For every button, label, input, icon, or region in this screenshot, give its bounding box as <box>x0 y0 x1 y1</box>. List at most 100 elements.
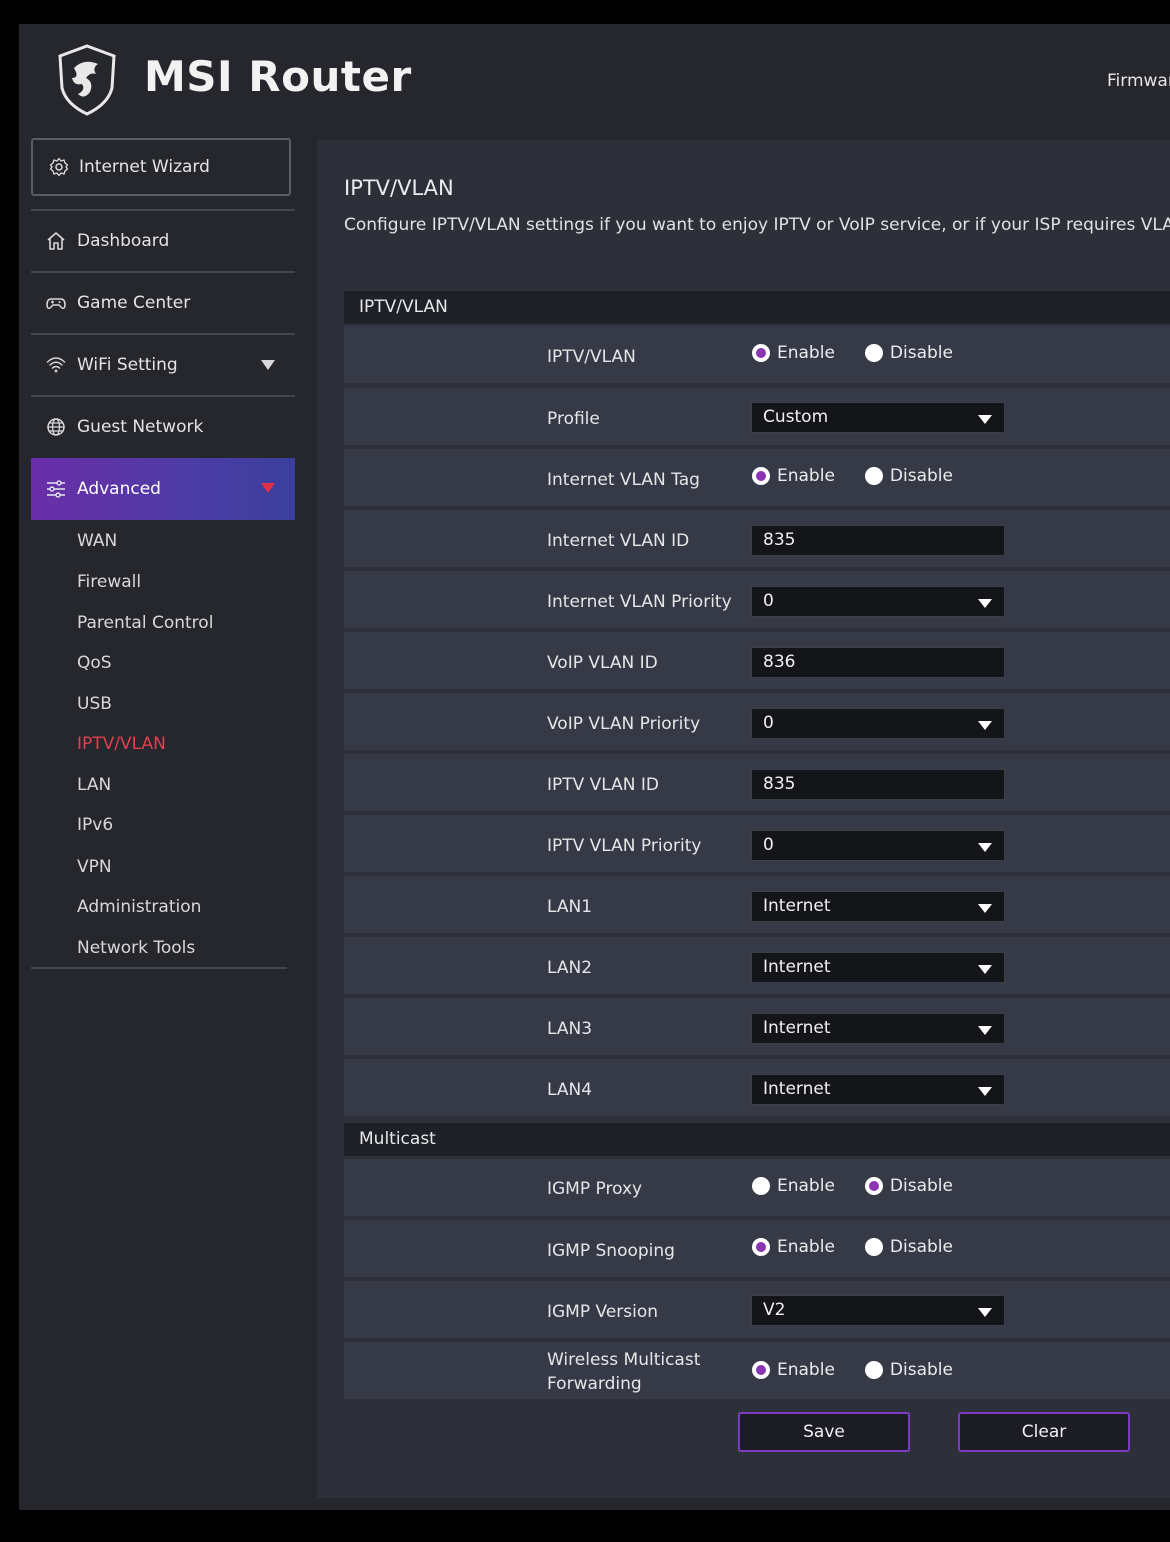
lan3-select[interactable]: Internet <box>751 1013 1005 1044</box>
setting-label: IGMP Proxy <box>547 1179 643 1199</box>
sidebar-divider <box>31 967 287 969</box>
setting-label: Internet VLAN ID <box>547 531 690 551</box>
globe-icon <box>47 418 65 436</box>
internet-wizard-label: Internet Wizard <box>79 157 210 177</box>
home-icon <box>47 232 65 250</box>
setting-label: VoIP VLAN ID <box>547 653 658 673</box>
sidebar-subitem-vpn[interactable]: VPN <box>77 857 112 877</box>
iptv-vlan-id-input[interactable]: 835 <box>751 769 1005 800</box>
radio-group: Enable Disable <box>752 1176 953 1196</box>
select-value: Internet <box>763 1018 831 1038</box>
radio-label: Enable <box>777 466 835 486</box>
radio-disable[interactable]: Disable <box>864 1360 953 1380</box>
setting-row-iptv-vlan-priority: IPTV VLAN Priority 0 <box>344 815 1170 872</box>
setting-row-lan1: LAN1 Internet <box>344 876 1170 933</box>
voip-vlan-priority-select[interactable]: 0 <box>751 708 1005 739</box>
setting-row-internet-vlan-priority: Internet VLAN Priority 0 <box>344 571 1170 628</box>
radio-group: Enable Disable <box>752 343 953 363</box>
radio-label: Disable <box>889 1360 953 1380</box>
sidebar-subitem-administration[interactable]: Administration <box>77 897 201 917</box>
setting-row-voip-vlan-id: VoIP VLAN ID 836 <box>344 632 1170 689</box>
sidebar-item-label: Advanced <box>77 479 161 499</box>
main-panel: IPTV/VLAN Configure IPTV/VLAN settings i… <box>317 140 1170 1498</box>
internet-vlan-priority-select[interactable]: 0 <box>751 586 1005 617</box>
internet-wizard-button[interactable]: Internet Wizard <box>31 138 291 196</box>
sidebar-subitem-qos[interactable]: QoS <box>77 653 112 673</box>
select-value: Internet <box>763 896 831 916</box>
voip-vlan-id-input[interactable]: 836 <box>751 647 1005 678</box>
radio-group: Enable Disable <box>752 1360 953 1380</box>
radio-unselected-icon <box>752 1177 770 1195</box>
sidebar-subitem-parental-control[interactable]: Parental Control <box>77 613 213 633</box>
profile-select[interactable]: Custom <box>751 402 1005 433</box>
wifi-icon <box>46 357 66 373</box>
radio-group: Enable Disable <box>752 1237 953 1257</box>
radio-label: Enable <box>777 1360 835 1380</box>
lan2-select[interactable]: Internet <box>751 952 1005 983</box>
radio-enable[interactable]: Enable <box>752 1360 835 1380</box>
section-header-multicast: Multicast <box>344 1123 1170 1156</box>
sidebar-subitem-ipv6[interactable]: IPv6 <box>77 815 113 835</box>
select-value: Internet <box>763 957 831 977</box>
lan1-select[interactable]: Internet <box>751 891 1005 922</box>
setting-label: Wireless Multicast Forwarding <box>547 1350 701 1394</box>
dropdown-arrow-icon <box>978 599 992 608</box>
sidebar-subitem-usb[interactable]: USB <box>77 694 112 714</box>
sidebar-subitem-iptv-vlan[interactable]: IPTV/VLAN <box>77 734 166 754</box>
igmp-version-select[interactable]: V2 <box>751 1295 1005 1326</box>
sliders-icon <box>47 480 65 498</box>
sidebar-item-guest-network[interactable]: Guest Network <box>31 397 295 457</box>
select-value: 0 <box>763 591 774 611</box>
dropdown-arrow-icon <box>978 1308 992 1317</box>
radio-disable[interactable]: Disable <box>864 1176 953 1196</box>
sidebar-subitem-network-tools[interactable]: Network Tools <box>77 938 195 958</box>
radio-label: Disable <box>889 343 953 363</box>
select-value: Internet <box>763 1079 831 1099</box>
radio-disable[interactable]: Disable <box>864 466 953 486</box>
section-header-iptv-vlan: IPTV/VLAN <box>344 291 1170 324</box>
dropdown-arrow-icon <box>978 721 992 730</box>
radio-enable[interactable]: Enable <box>752 343 835 363</box>
radio-enable[interactable]: Enable <box>752 466 835 486</box>
radio-unselected-icon <box>864 344 883 362</box>
sidebar-subitem-lan[interactable]: LAN <box>77 775 111 795</box>
dropdown-arrow-icon <box>978 843 992 852</box>
internet-vlan-id-input[interactable]: 835 <box>751 525 1005 556</box>
setting-label: LAN3 <box>547 1019 593 1039</box>
setting-row-profile: Profile Custom <box>344 388 1170 445</box>
sidebar-item-advanced[interactable]: Advanced <box>31 458 295 520</box>
radio-disable[interactable]: Disable <box>864 343 953 363</box>
gear-icon <box>49 157 69 177</box>
radio-label: Enable <box>777 1176 835 1196</box>
radio-label: Disable <box>889 466 953 486</box>
radio-unselected-icon <box>864 1361 883 1379</box>
radio-label: Disable <box>889 1237 953 1257</box>
setting-row-iptv-vlan-id: IPTV VLAN ID 835 <box>344 754 1170 811</box>
sidebar-subitem-firewall[interactable]: Firewall <box>77 572 141 592</box>
sidebar-item-wifi-setting[interactable]: WiFi Setting <box>31 335 295 395</box>
sidebar-item-game-center[interactable]: Game Center <box>31 273 295 333</box>
select-value: 0 <box>763 835 774 855</box>
firmware-label[interactable]: Firmwar <box>1107 71 1170 91</box>
radio-enable[interactable]: Enable <box>752 1237 835 1257</box>
radio-enable[interactable]: Enable <box>752 1176 835 1196</box>
sidebar-item-label: Dashboard <box>77 231 170 251</box>
sidebar-item-dashboard[interactable]: Dashboard <box>31 211 295 271</box>
radio-disable[interactable]: Disable <box>864 1237 953 1257</box>
save-button[interactable]: Save <box>738 1412 910 1452</box>
dropdown-arrow-icon <box>978 1087 992 1096</box>
msi-shield-logo-icon <box>58 44 116 116</box>
sidebar-subitem-wan[interactable]: WAN <box>77 531 117 551</box>
radio-selected-icon <box>752 1238 770 1256</box>
clear-button[interactable]: Clear <box>958 1412 1130 1452</box>
lan4-select[interactable]: Internet <box>751 1074 1005 1105</box>
setting-row-igmp-snooping: IGMP Snooping Enable Disable <box>344 1220 1170 1277</box>
chevron-down-icon <box>261 360 275 370</box>
radio-unselected-icon <box>864 1238 883 1256</box>
iptv-vlan-priority-select[interactable]: 0 <box>751 830 1005 861</box>
page-title: IPTV/VLAN <box>344 176 454 200</box>
setting-label: Profile <box>547 409 600 429</box>
setting-row-internet-vlan-id: Internet VLAN ID 835 <box>344 510 1170 567</box>
dropdown-arrow-icon <box>978 1026 992 1035</box>
setting-row-internet-vlan-tag: Internet VLAN Tag Enable Disable <box>344 449 1170 506</box>
